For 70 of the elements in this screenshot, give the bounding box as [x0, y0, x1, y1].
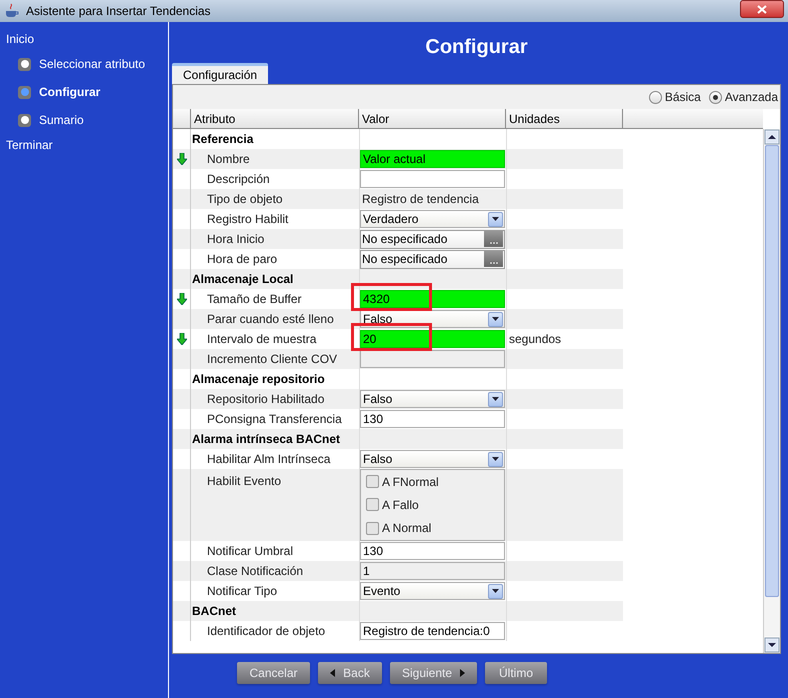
- attribute-label: Tipo de objeto: [207, 191, 283, 208]
- tab[interactable]: Configuración: [172, 63, 268, 84]
- attribute-label: Descripción: [207, 171, 270, 188]
- attribute-label: Hora de paro: [207, 251, 278, 268]
- attribute-label: PConsigna Transferencia: [207, 411, 342, 428]
- scrollbar-thumb[interactable]: [765, 145, 779, 597]
- checkbox-label: A FNormal: [382, 474, 439, 491]
- column-header[interactable]: Atributo: [191, 109, 359, 128]
- wizard-step[interactable]: Terminar: [0, 134, 168, 156]
- wizard-step[interactable]: Configurar: [39, 83, 100, 101]
- attribute-label: Nombre: [207, 151, 250, 168]
- dropdown[interactable]: Falso: [360, 390, 505, 408]
- caret-icon: [488, 452, 503, 466]
- column-header[interactable]: Valor: [359, 109, 506, 128]
- dropdown[interactable]: Evento: [360, 582, 505, 600]
- value-field[interactable]: 130: [360, 542, 505, 560]
- attribute-label: Intervalo de muestra: [207, 331, 316, 348]
- window-title: Asistente para Insertar Tendencias: [26, 3, 211, 20]
- left-triangle-icon: [330, 669, 336, 677]
- attribute-label: Hora Inicio: [207, 231, 264, 248]
- checkbox[interactable]: [366, 498, 379, 512]
- wizard-step[interactable]: Seleccionar atributo: [39, 55, 146, 73]
- value-field[interactable]: 130: [360, 410, 505, 428]
- caret-icon: [488, 584, 503, 598]
- checkbox[interactable]: [366, 475, 379, 488]
- attribute-label: Registro Habilit: [207, 211, 288, 228]
- attribute-label: Habilitar Alm Intrínseca: [207, 451, 330, 468]
- units-text: segundos: [509, 331, 562, 348]
- right-triangle-icon: [460, 669, 466, 677]
- value-field: 1: [360, 562, 505, 580]
- attribute-label: Parar cuando esté lleno: [207, 311, 334, 328]
- radio-button[interactable]: [708, 90, 722, 104]
- group-heading: Referencia: [192, 131, 254, 148]
- coffee-cup-icon: [4, 3, 20, 19]
- scrollbar[interactable]: [763, 129, 780, 653]
- caret-icon: [488, 212, 503, 226]
- close-icon: [757, 4, 767, 14]
- close-button[interactable]: [740, 0, 784, 18]
- group-heading: Almacenaje repositorio: [192, 371, 325, 388]
- value-field[interactable]: 4320: [360, 290, 505, 308]
- wizard-step[interactable]: Sumario: [39, 111, 84, 129]
- radio-button[interactable]: [648, 90, 662, 104]
- dropdown[interactable]: Falso: [360, 450, 505, 468]
- radio-label: Avanzada: [724, 89, 778, 106]
- group-heading: BACnet: [192, 603, 236, 620]
- attribute-label: Clase Notificación: [207, 563, 304, 580]
- attribute-label: Habilit Evento: [207, 473, 282, 490]
- group-heading: Almacenaje Local: [192, 271, 294, 288]
- attribute-label: Notificar Umbral: [207, 543, 294, 560]
- checkbox[interactable]: [366, 522, 379, 535]
- group-heading: Alarma intrínseca BACnet: [192, 431, 340, 448]
- dropdown[interactable]: Verdadero: [360, 210, 505, 228]
- attribute-label: Notificar Tipo: [207, 583, 278, 600]
- value-text: Registro de tendencia: [361, 191, 479, 208]
- value-field[interactable]: [360, 170, 505, 188]
- attribute-label: Repositorio Habilitado: [207, 391, 324, 408]
- value-field[interactable]: Valor actual: [360, 150, 505, 168]
- page-heading: Configurar: [424, 35, 529, 60]
- column-header[interactable]: Unidades: [506, 109, 623, 128]
- caret-icon: [488, 392, 503, 406]
- attribute-label: Identificador de objeto: [207, 623, 326, 640]
- radio-label: Básica: [664, 89, 701, 106]
- caret-icon: [488, 312, 503, 326]
- value-field[interactable]: Registro de tendencia:0: [360, 622, 505, 640]
- checkbox-label: A Normal: [382, 520, 432, 538]
- attribute-label: Tamaño de Buffer: [207, 291, 302, 308]
- wizard-step[interactable]: Inicio: [0, 28, 168, 50]
- attribute-label: Incremento Cliente COV: [207, 351, 338, 368]
- checkbox-label: A Fallo: [382, 496, 419, 514]
- value-field[interactable]: 20: [360, 330, 505, 348]
